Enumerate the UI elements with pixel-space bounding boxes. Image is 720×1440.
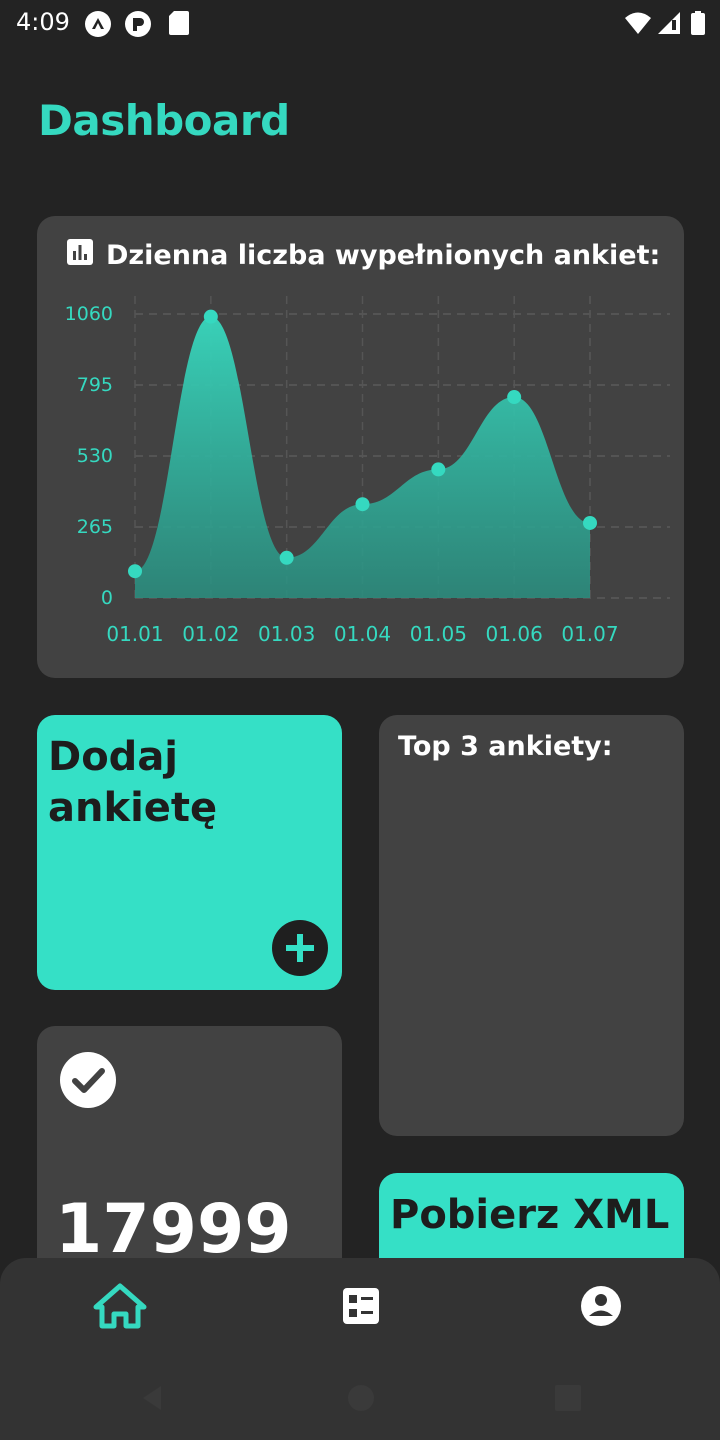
add-survey-label: Dodaj ankietę <box>48 734 218 831</box>
data-point-01.06[interactable] <box>507 390 522 405</box>
data-point-01.07[interactable] <box>583 515 597 530</box>
top-surveys-label: Top 3 ankiety: <box>398 731 613 762</box>
x-tick-label: 01.03 <box>258 622 315 646</box>
list-icon <box>341 1286 381 1330</box>
nav-account[interactable] <box>571 1282 631 1334</box>
status-bar: 4:09 <box>0 0 720 48</box>
wifi-icon <box>624 10 652 38</box>
status-time: 4:09 <box>16 8 70 36</box>
x-tick-label: 01.07 <box>561 622 618 646</box>
home-circle-icon[interactable] <box>341 1378 381 1418</box>
nav-surveys[interactable] <box>331 1282 391 1334</box>
x-tick-label: 01.01 <box>106 622 163 646</box>
sd-card-icon <box>168 10 196 38</box>
battery-icon <box>690 10 718 38</box>
x-tick-label: 01.06 <box>486 622 543 646</box>
data-point-01.01[interactable] <box>128 564 142 579</box>
y-tick-label: 530 <box>77 445 113 467</box>
account-icon <box>580 1285 622 1331</box>
page-title: Dashboard <box>38 96 290 145</box>
x-tick-label: 01.05 <box>410 622 467 646</box>
signal-icon <box>656 10 684 38</box>
data-point-01.05[interactable] <box>431 462 446 477</box>
data-point-01.02[interactable] <box>203 309 218 324</box>
data-point-01.04[interactable] <box>355 497 370 512</box>
data-point-01.03[interactable] <box>279 550 294 565</box>
y-tick-label: 265 <box>77 516 113 538</box>
x-tick-label: 01.02 <box>182 622 239 646</box>
recents-icon[interactable] <box>548 1378 588 1418</box>
back-icon[interactable] <box>132 1378 172 1418</box>
nav-home[interactable] <box>90 1282 150 1334</box>
y-tick-label: 1060 <box>65 303 113 325</box>
top-surveys-tile[interactable] <box>379 715 684 1136</box>
download-xml-label: Pobierz XML <box>390 1192 670 1238</box>
daily-surveys-chart: 0 265 530 795 1060 01.01 01.02 01.03 01.04 01.05 0… <box>65 296 670 646</box>
home-icon <box>92 1282 148 1334</box>
add-circle-icon[interactable] <box>272 920 328 976</box>
y-tick-label: 795 <box>77 374 113 396</box>
y-tick-label: 0 <box>101 587 113 609</box>
p-badge-icon <box>124 10 152 38</box>
a-badge-icon <box>84 10 112 38</box>
x-tick-label: 01.04 <box>334 622 391 646</box>
check-circle-icon <box>60 1052 116 1108</box>
